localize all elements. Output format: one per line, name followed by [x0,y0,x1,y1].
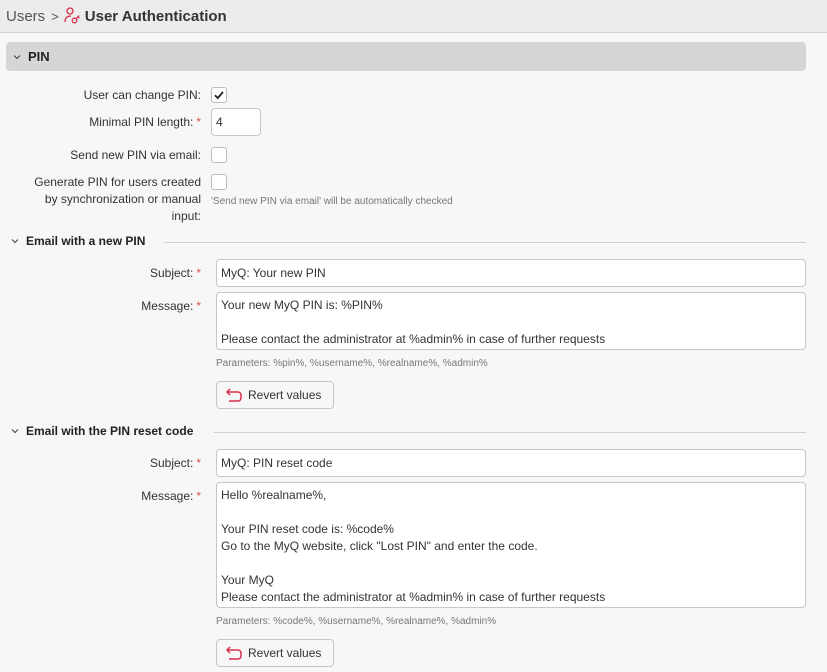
undo-icon [225,645,243,661]
new-pin-subject-label-text: Subject: [149,266,194,280]
new-pin-message-label-text: Message: [141,299,194,313]
new-pin-revert-button[interactable]: Revert values [216,381,334,409]
user-can-change-pin-checkbox[interactable] [211,87,227,103]
reset-code-subject-input[interactable]: MyQ: PIN reset code [216,449,806,477]
email-reset-code-group-header[interactable]: Email with the PIN reset code [10,424,201,438]
new-pin-subject-label: Subject: * [150,265,201,282]
required-mark: * [196,266,201,280]
reset-code-parameters-hint: Parameters: %code%, %username%, %realnam… [216,616,497,627]
generate-pin-label-line2: by synchronization or manual [44,192,201,206]
reset-code-subject-label-text: Subject: [149,456,194,470]
required-mark: * [196,489,201,503]
page-title: User Authentication [84,7,227,25]
generate-pin-label: Generate PIN for users created by synchr… [34,174,201,225]
new-pin-message-textarea[interactable]: Your new MyQ PIN is: %PIN% Please contac… [216,292,806,350]
new-pin-subject-input[interactable]: MyQ: Your new PIN [216,259,806,287]
breadcrumb-users-link[interactable]: Users [6,8,45,25]
email-new-pin-title: Email with a new PIN [26,234,146,248]
chevron-down-icon [10,236,20,246]
required-mark: * [196,299,201,313]
new-pin-parameters-hint: Parameters: %pin%, %username%, %realname… [216,358,488,369]
undo-icon [225,387,243,403]
new-pin-revert-label: Revert values [248,388,322,402]
reset-code-revert-label: Revert values [248,646,322,660]
reset-code-revert-button[interactable]: Revert values [216,639,334,667]
email-reset-code-title: Email with the PIN reset code [26,424,194,438]
breadcrumb: Users > User Authentication [0,0,827,33]
send-new-pin-email-checkbox[interactable] [211,147,227,163]
required-mark: * [196,115,201,129]
reset-code-subject-label: Subject: * [150,455,201,472]
minimal-pin-length-label: Minimal PIN length: * [89,114,201,131]
generate-pin-label-line1: Generate PIN for users created [34,175,201,189]
pin-section-header[interactable]: PIN [6,42,806,71]
breadcrumb-separator: > [51,8,59,24]
email-new-pin-group-header[interactable]: Email with a new PIN [10,234,153,248]
minimal-pin-length-label-text: Minimal PIN length: [89,115,194,129]
chevron-down-icon [10,426,20,436]
generate-pin-label-line3: input: [171,209,201,223]
minimal-pin-length-input[interactable]: 4 [211,108,261,136]
chevron-down-icon [12,52,22,62]
new-pin-message-label: Message: * [141,298,201,315]
required-mark: * [196,456,201,470]
user-key-icon [64,7,80,25]
divider [164,242,806,243]
checkmark-icon [214,91,224,100]
divider [214,432,806,433]
generate-pin-hint: 'Send new PIN via email' will be automat… [211,196,453,207]
user-can-change-pin-label: User can change PIN: [83,88,201,102]
generate-pin-checkbox[interactable] [211,174,227,190]
reset-code-message-label: Message: * [141,488,201,505]
pin-section-title: PIN [28,49,50,64]
reset-code-message-label-text: Message: [141,489,194,503]
reset-code-message-textarea[interactable]: Hello %realname%, Your PIN reset code is… [216,482,806,608]
send-new-pin-email-label: Send new PIN via email: [70,148,201,162]
